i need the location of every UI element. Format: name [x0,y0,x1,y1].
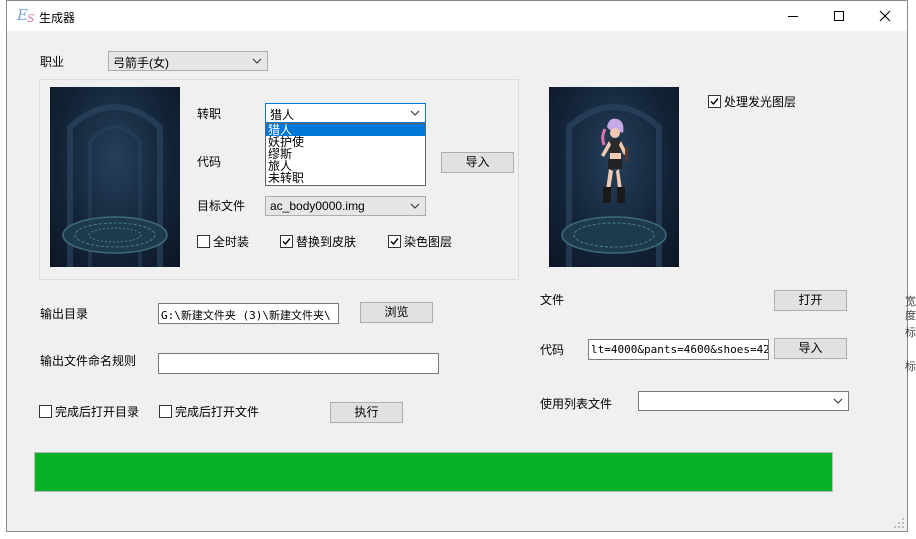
right-preview-image [549,87,679,267]
code-right-label: 代码 [540,343,565,357]
open-dir-after-label: 完成后打开目录 [55,405,140,419]
import-right-button[interactable]: 导入 [774,338,847,359]
generator-window: ES 生成器 职业 弓箭手(女) 转职 猎人 代码 导入 目标文件 ac_bod… [6,0,908,532]
dye-layer-checkbox[interactable]: 染色图层 [388,233,452,250]
open-file-after-checkbox[interactable]: 完成后打开文件 [159,403,259,420]
maximize-icon [834,11,844,21]
open-dir-after-checkbox[interactable]: 完成后打开目录 [39,403,139,420]
checkmark-icon [280,235,293,248]
code-left-label: 代码 [197,155,222,169]
output-dir-input[interactable]: G:\新建文件夹 (3)\新建文件夹\ [158,303,339,324]
close-icon [879,10,891,22]
full-costume-checkbox[interactable]: 全时装 [197,233,249,250]
chevron-down-icon [410,203,420,209]
target-file-select[interactable]: ac_body0000.img [265,196,426,216]
checkbox-unchecked-icon [159,405,172,418]
transfer-selected-value: 猎人 [270,108,295,122]
edge-text: 标 [905,327,916,339]
chevron-down-icon [833,398,843,404]
code-right-input[interactable]: lt=4000&pants=4600&shoes=4200 [588,339,769,360]
window-title: 生成器 [39,11,76,25]
file-label: 文件 [540,293,565,307]
glow-layer-checkbox[interactable]: 处理发光图层 [708,93,796,110]
output-dir-label: 输出目录 [40,307,89,321]
open-file-after-label: 完成后打开文件 [175,405,260,419]
glow-layer-label: 处理发光图层 [724,95,797,109]
transfer-label: 转职 [197,107,222,121]
dye-layer-label: 染色图层 [404,235,453,249]
progress-bar [34,452,833,492]
character-sprite-icon [561,104,667,267]
title-bar: ES 生成器 [7,1,907,31]
import-left-button[interactable]: 导入 [441,152,514,173]
transfer-option[interactable]: 未转职 [266,172,425,184]
checkmark-icon [388,235,401,248]
list-file-select[interactable] [638,391,849,411]
output-naming-label: 输出文件命名规则 [40,354,137,368]
resize-grip-icon[interactable] [893,517,905,529]
checkbox-unchecked-icon [197,235,210,248]
edge-text: 度 [905,310,916,322]
execute-button[interactable]: 执行 [330,402,403,423]
full-costume-label: 全时装 [213,235,250,249]
list-file-label: 使用列表文件 [540,397,613,411]
target-file-label: 目标文件 [197,199,246,213]
minimize-icon [788,15,798,17]
checkmark-icon [708,95,721,108]
output-naming-input[interactable] [158,353,439,374]
checkbox-unchecked-icon [39,405,52,418]
edge-text: 标 [905,361,916,373]
maximize-button[interactable] [816,1,862,31]
chevron-down-icon [252,58,262,64]
es-app-icon: ES [17,6,35,25]
left-preview-image [50,87,180,267]
chevron-down-icon [410,110,420,116]
transfer-dropdown-list: 猎人 妖护使 缪斯 旅人 未转职 [265,123,426,186]
profession-label: 职业 [40,55,65,69]
stage-background-icon [62,104,168,267]
replace-skin-label: 替换到皮肤 [296,235,357,249]
replace-skin-checkbox[interactable]: 替换到皮肤 [280,233,356,250]
profession-selected-value: 弓箭手(女) [113,56,169,70]
open-button[interactable]: 打开 [774,290,847,311]
target-file-selected-value: ac_body0000.img [270,199,365,213]
minimize-button[interactable] [770,1,816,31]
progress-fill [35,453,832,491]
profession-select[interactable]: 弓箭手(女) [108,51,268,71]
browse-button[interactable]: 浏览 [360,302,433,323]
close-button[interactable] [862,1,908,31]
transfer-select[interactable]: 猎人 [265,103,426,123]
